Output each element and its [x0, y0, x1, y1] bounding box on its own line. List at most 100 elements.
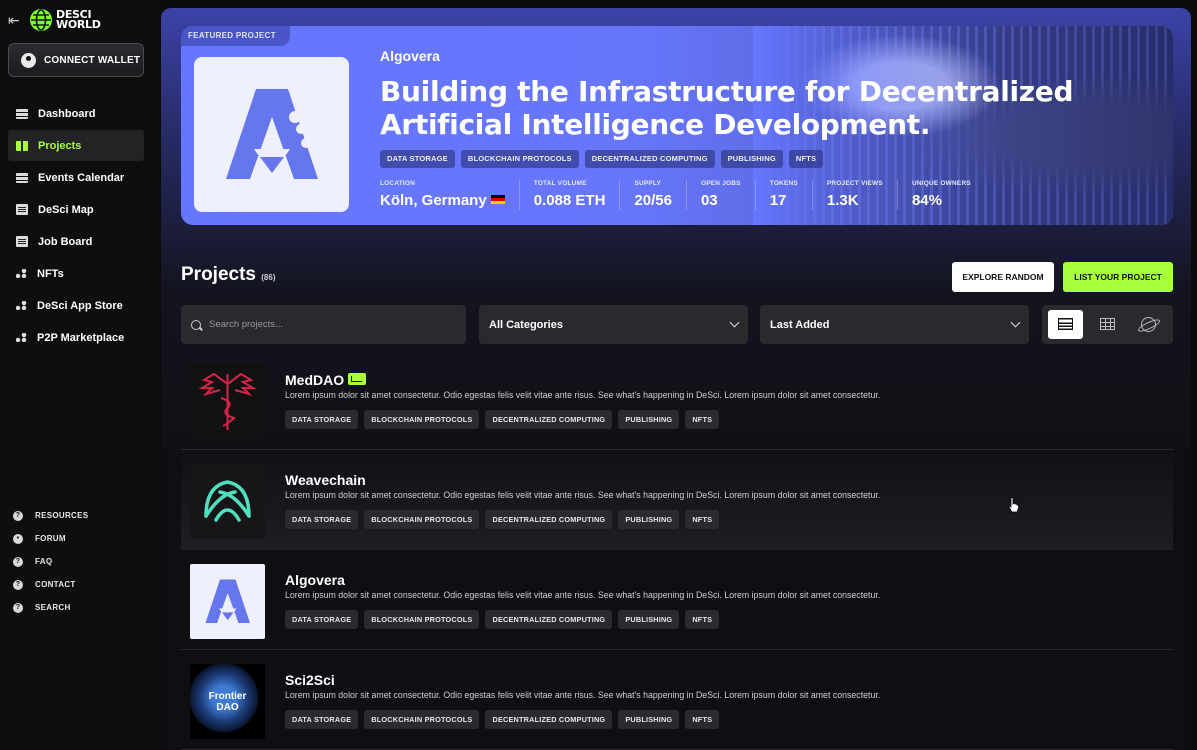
list-your-project-button[interactable]: LIST YOUR PROJECT	[1063, 262, 1173, 292]
project-row[interactable]: MedDAO Lorem ipsum dolor sit amet consec…	[181, 350, 1173, 450]
tag-data-storage[interactable]: DATA STORAGE	[285, 610, 359, 629]
tag-data-storage[interactable]: DATA STORAGE	[285, 410, 359, 429]
tag-blockchain-protocols[interactable]: BLOCKCHAIN PROTOCOLS	[364, 410, 480, 429]
main-content: FEATURED PROJECT Algovera Building the I…	[161, 8, 1191, 750]
sidebar-item-dashboard[interactable]: Dashboard	[8, 98, 144, 129]
list-view-button[interactable]	[1048, 310, 1083, 339]
stat-value: 20/56	[634, 192, 672, 209]
faq-icon: ?	[13, 556, 23, 567]
resources-label: RESOURCES	[35, 511, 89, 520]
tag-blockchain-protocols[interactable]: BLOCKCHAIN PROTOCOLS	[364, 710, 480, 729]
sidebar-item-job-board[interactable]: Job Board	[8, 226, 144, 257]
tag-data-storage[interactable]: DATA STORAGE	[380, 150, 455, 168]
connect-wallet-button[interactable]: CONNECT WALLET	[8, 43, 144, 77]
job-board-icon	[16, 236, 28, 247]
tag-data-storage[interactable]: DATA STORAGE	[285, 710, 359, 729]
sidebar-item-desci-map[interactable]: DeSci Map	[8, 194, 144, 225]
explore-random-button[interactable]: EXPLORE RANDOM	[952, 262, 1054, 292]
featured-project-tag: FEATURED PROJECT	[181, 26, 290, 46]
project-name[interactable]: Algovera	[285, 572, 345, 588]
tag-decentralized-computing[interactable]: DECENTRALIZED COMPUTING	[584, 150, 715, 168]
meddao-logo	[190, 364, 265, 439]
algovera-logo	[194, 57, 349, 212]
grid-view-button[interactable]	[1090, 310, 1125, 339]
faq-link[interactable]: ? FAQ	[13, 550, 88, 573]
project-row[interactable]: Frontier DAO Sci2Sci Lorem ipsum dolor si…	[181, 650, 1173, 750]
tag-nfts[interactable]: NFTS	[685, 710, 720, 729]
project-row[interactable]: Algovera Lorem ipsum dolor sit amet cons…	[181, 550, 1173, 650]
tag-nfts[interactable]: NFTS	[685, 410, 720, 429]
tag-decentralized-computing[interactable]: DECENTRALIZED COMPUTING	[485, 610, 613, 629]
chevron-down-icon	[1010, 317, 1021, 328]
brand-name[interactable]: DESCI WORLD	[56, 9, 101, 30]
tag-publishing[interactable]: PUBLISHING	[720, 150, 783, 168]
forum-link[interactable]: • FORUM	[13, 527, 88, 550]
category-select[interactable]: All Categories	[479, 305, 748, 344]
tag-decentralized-computing[interactable]: DECENTRALIZED COMPUTING	[485, 410, 613, 429]
resources-link[interactable]: ? RESOURCES	[13, 504, 88, 527]
weavechain-logo	[190, 464, 265, 539]
desci-world-logo-icon[interactable]	[30, 9, 52, 31]
tag-blockchain-protocols[interactable]: BLOCKCHAIN PROTOCOLS	[364, 510, 480, 529]
featured-project-stats: LOCATION Köln, Germany TOTAL VOLUME 0.088 …	[380, 180, 999, 210]
tag-publishing[interactable]: PUBLISHING	[618, 710, 680, 729]
tag-decentralized-computing[interactable]: DECENTRALIZED COMPUTING	[485, 510, 613, 529]
globe-view-button[interactable]	[1131, 310, 1166, 339]
collapse-sidebar-icon[interactable]: ⇤	[8, 13, 22, 27]
project-description: Lorem ipsum dolor sit amet consectetur. …	[285, 690, 881, 700]
tag-decentralized-computing[interactable]: DECENTRALIZED COMPUTING	[485, 710, 613, 729]
hand-cursor-icon	[1008, 497, 1019, 513]
project-name[interactable]: Sci2Sci	[285, 672, 335, 688]
tag-data-storage[interactable]: DATA STORAGE	[285, 510, 359, 529]
project-tags: DATA STORAGE BLOCKCHAIN PROTOCOLS DECENT…	[285, 710, 720, 729]
stat-project-views: PROJECT VIEWS 1.3K	[827, 180, 898, 210]
stat-total-volume: TOTAL VOLUME 0.088 ETH	[534, 180, 621, 210]
stat-label: SUPPLY	[634, 180, 662, 187]
projects-list: MedDAO Lorem ipsum dolor sit amet consec…	[181, 350, 1173, 750]
sidebar-item-p2p-marketplace[interactable]: P2P Marketplace	[8, 322, 144, 353]
sidebar-item-nfts[interactable]: NFTs	[8, 258, 144, 289]
frontier-dao-logo-text: Frontier DAO	[208, 691, 247, 713]
project-row[interactable]: Weavechain Lorem ipsum dolor sit amet co…	[181, 450, 1173, 550]
projects-heading: Projects (86)	[181, 264, 276, 285]
sidebar-item-events-calendar[interactable]: Events Calendar	[8, 162, 144, 193]
dashboard-icon	[16, 108, 28, 119]
tag-blockchain-protocols[interactable]: BLOCKCHAIN PROTOCOLS	[460, 150, 579, 168]
project-name[interactable]: Weavechain	[285, 472, 366, 488]
project-name[interactable]: MedDAO	[285, 372, 367, 388]
sidebar: ⇤ DESCI WORLD CONNECT WALLET Dashboard Pr…	[0, 0, 160, 750]
sidebar-item-label: Job Board	[38, 235, 93, 248]
featured-project-name[interactable]: Algovera	[380, 48, 440, 64]
project-description: Lorem ipsum dolor sit amet consectetur. …	[285, 590, 881, 600]
list-view-icon	[1058, 318, 1073, 330]
contact-link[interactable]: ? CONTACT	[13, 573, 88, 596]
faq-label: FAQ	[35, 557, 53, 566]
tag-publishing[interactable]: PUBLISHING	[618, 610, 680, 629]
search-link[interactable]: ? SEARCH	[13, 596, 88, 619]
contact-label: CONTACT	[35, 580, 76, 589]
sort-select[interactable]: Last Added	[760, 305, 1029, 344]
germany-flag-icon	[490, 195, 505, 204]
sidebar-nav: Dashboard Projects Events Calendar DeSci…	[8, 98, 144, 354]
category-select-value: All Categories	[489, 318, 563, 331]
sidebar-item-label: NFTs	[37, 267, 64, 280]
tag-nfts[interactable]: NFTS	[788, 150, 824, 168]
sidebar-item-label: Dashboard	[38, 107, 96, 120]
featured-project-banner[interactable]: FEATURED PROJECT Algovera Building the I…	[181, 26, 1173, 225]
sidebar-item-desci-app-store[interactable]: DeSci App Store	[8, 290, 144, 321]
events-icon	[16, 172, 28, 183]
stat-label: TOTAL VOLUME	[533, 180, 587, 187]
tag-blockchain-protocols[interactable]: BLOCKCHAIN PROTOCOLS	[364, 610, 480, 629]
search-input[interactable]: Search projects...	[181, 305, 466, 344]
sidebar-item-projects[interactable]: Projects	[8, 130, 144, 161]
contact-icon: ?	[13, 579, 23, 590]
forum-icon: •	[13, 533, 23, 544]
sidebar-item-label: DeSci App Store	[37, 299, 123, 312]
tag-publishing[interactable]: PUBLISHING	[618, 410, 680, 429]
tag-nfts[interactable]: NFTS	[685, 610, 720, 629]
tag-nfts[interactable]: NFTS	[685, 510, 720, 529]
tag-publishing[interactable]: PUBLISHING	[618, 510, 680, 529]
chevron-down-icon	[729, 317, 740, 328]
sidebar-item-label: P2P Marketplace	[37, 331, 125, 344]
view-toggle	[1042, 305, 1173, 344]
